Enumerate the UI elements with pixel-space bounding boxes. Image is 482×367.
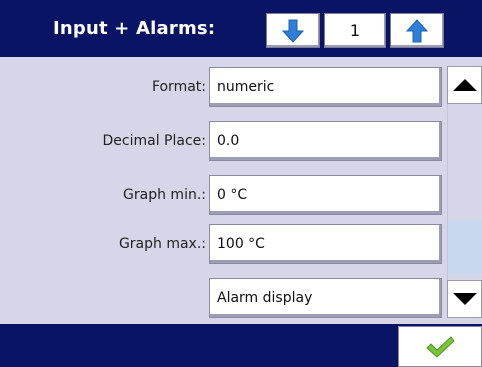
checkmark-icon — [426, 335, 455, 358]
arrow-up-icon — [406, 18, 428, 42]
graph-max-field[interactable]: 100 °C — [209, 224, 442, 264]
decimal-place-value: 0.0 — [217, 133, 240, 149]
format-value: numeric — [217, 79, 275, 95]
previous-channel-button[interactable] — [266, 13, 320, 48]
arrow-down-icon — [282, 19, 304, 43]
decimal-place-field[interactable]: 0.0 — [209, 121, 442, 161]
header-bar: Input + Alarms: 1 — [0, 0, 482, 57]
screen: Input + Alarms: 1 Format: numeric Decima… — [0, 0, 482, 367]
format-label: Format: — [151, 79, 206, 95]
graph-min-value: 0 °C — [217, 187, 248, 203]
format-field[interactable]: numeric — [209, 67, 442, 107]
scroll-up-button[interactable] — [447, 66, 482, 104]
graph-min-field[interactable]: 0 °C — [209, 175, 442, 215]
channel-number: 1 — [349, 21, 361, 40]
alarm-display-button[interactable]: Alarm display — [209, 278, 442, 318]
graph-min-label: Graph min.: — [123, 187, 206, 203]
alarm-display-label: Alarm display — [217, 290, 313, 306]
triangle-up-icon — [452, 79, 477, 91]
graph-max-value: 100 °C — [217, 236, 265, 252]
next-channel-button[interactable] — [390, 13, 444, 48]
page-title: Input + Alarms: — [53, 18, 216, 39]
scroll-down-button[interactable] — [447, 280, 482, 318]
decimal-place-label: Decimal Place: — [102, 133, 206, 149]
channel-number-display[interactable]: 1 — [324, 13, 386, 48]
confirm-button[interactable] — [398, 326, 482, 367]
graph-max-label: Graph max.: — [118, 236, 206, 252]
triangle-down-icon — [452, 293, 477, 305]
scrollbar-thumb[interactable] — [447, 220, 482, 274]
